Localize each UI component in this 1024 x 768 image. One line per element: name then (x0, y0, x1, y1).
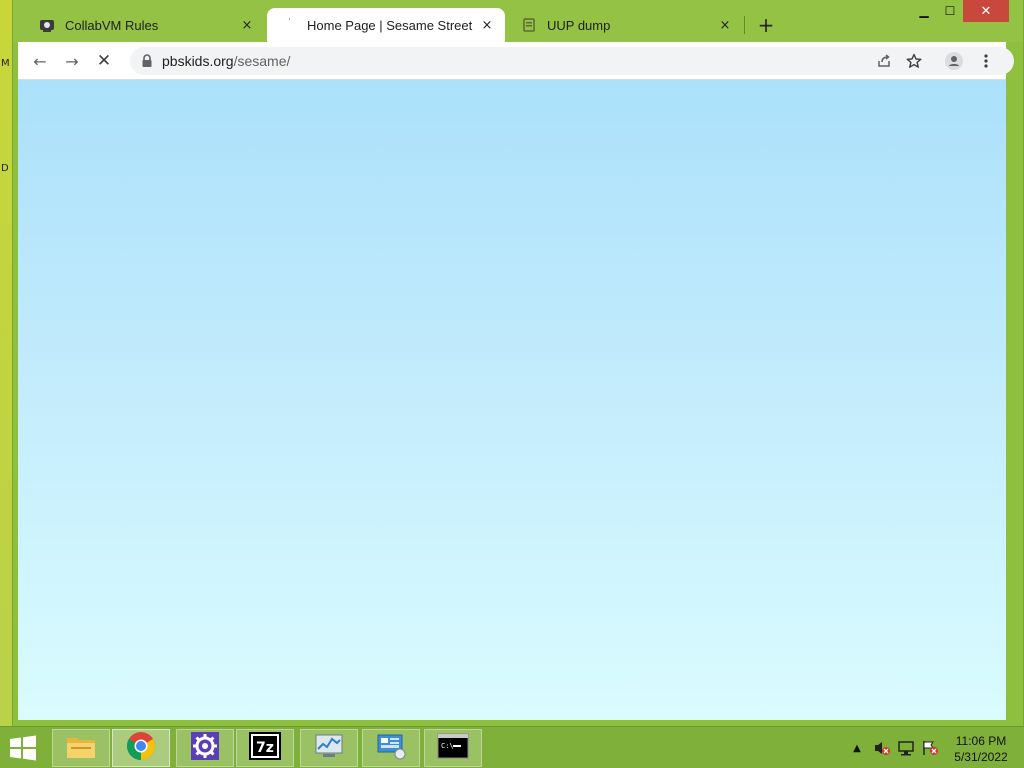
taskbar-performance-monitor[interactable] (300, 729, 358, 767)
svg-text:C:\: C:\ (441, 742, 454, 750)
back-button[interactable]: ← (28, 49, 52, 73)
menu-kebab-icon[interactable] (974, 49, 998, 73)
control-panel-icon (375, 732, 407, 764)
performance-monitor-icon (313, 732, 345, 764)
tab-uup-dump[interactable]: UUP dump × (507, 8, 743, 42)
browser-toolbar: ← → ✕ pbskids.org/sesame/ (18, 42, 1014, 80)
desktop-icon-label-2: D (1, 163, 9, 174)
close-window-button[interactable]: ✕ (963, 0, 1009, 22)
minimize-button[interactable]: ▁ (911, 0, 937, 22)
action-center-flag-icon[interactable] (920, 739, 940, 757)
taskbar-chrome[interactable] (112, 729, 170, 767)
svg-text:7z: 7z (256, 740, 274, 756)
taskbar-clock[interactable]: 11:06 PM 5/31/2022 (944, 733, 1018, 765)
tab-title: CollabVM Rules (65, 17, 159, 33)
tab-sesame-street[interactable]: Home Page | Sesame Street | PBS KIDS × (267, 8, 505, 42)
taskbar-control-panel[interactable] (362, 729, 420, 767)
gear-icon (190, 731, 220, 765)
uup-icon (521, 17, 537, 33)
network-icon[interactable] (896, 739, 916, 757)
7zip-icon: 7z (249, 732, 281, 764)
taskbar: 7z C:\ ▲ 11:06 PM 5/31/2022 (0, 726, 1024, 768)
tab-collabvm-rules[interactable]: CollabVM Rules × (25, 8, 265, 42)
forward-button[interactable]: → (60, 49, 84, 73)
volume-muted-icon[interactable] (872, 739, 892, 757)
taskbar-file-explorer[interactable] (52, 729, 110, 767)
chrome-icon (126, 731, 156, 765)
maximize-button[interactable]: ☐ (937, 0, 963, 22)
tab-separator (744, 16, 745, 34)
desktop-background-edge: M D (0, 0, 12, 728)
chrome-window: CollabVM Rules × Home Page | Sesame Stre… (12, 0, 1024, 726)
folder-icon (65, 732, 97, 764)
new-tab-button[interactable]: + (755, 13, 777, 37)
lock-icon (140, 53, 154, 69)
loading-icon (281, 17, 297, 33)
desktop-icon-label-1: M (1, 58, 10, 69)
bookmark-star-icon[interactable] (902, 49, 926, 73)
url-path: /sesame/ (233, 53, 291, 69)
start-windows-icon[interactable] (8, 735, 38, 761)
page-content-viewport[interactable] (18, 80, 1006, 720)
clock-time: 11:06 PM (955, 734, 1007, 748)
profile-avatar-icon[interactable] (942, 49, 966, 73)
collabvm-icon (39, 17, 55, 33)
tab-title: UUP dump (547, 17, 611, 33)
taskbar-7zip[interactable]: 7z (236, 729, 294, 767)
tab-close-icon[interactable]: × (479, 17, 495, 33)
show-hidden-icons-button[interactable]: ▲ (850, 739, 864, 757)
clock-date: 5/31/2022 (954, 750, 1008, 764)
stop-loading-button[interactable]: ✕ (92, 49, 116, 73)
taskbar-command-prompt[interactable]: C:\ (424, 729, 482, 767)
tab-strip: CollabVM Rules × Home Page | Sesame Stre… (13, 0, 1023, 42)
tab-close-icon[interactable]: × (717, 17, 733, 33)
share-icon[interactable] (872, 49, 896, 73)
address-text: pbskids.org/sesame/ (162, 53, 290, 69)
url-host: pbskids.org (162, 53, 234, 69)
tab-title: Home Page | Sesame Street | PBS KIDS (307, 17, 473, 33)
address-bar[interactable]: pbskids.org/sesame/ (130, 47, 1014, 75)
terminal-icon: C:\ (437, 732, 469, 764)
tab-close-icon[interactable]: × (239, 17, 255, 33)
taskbar-settings[interactable] (176, 729, 234, 767)
